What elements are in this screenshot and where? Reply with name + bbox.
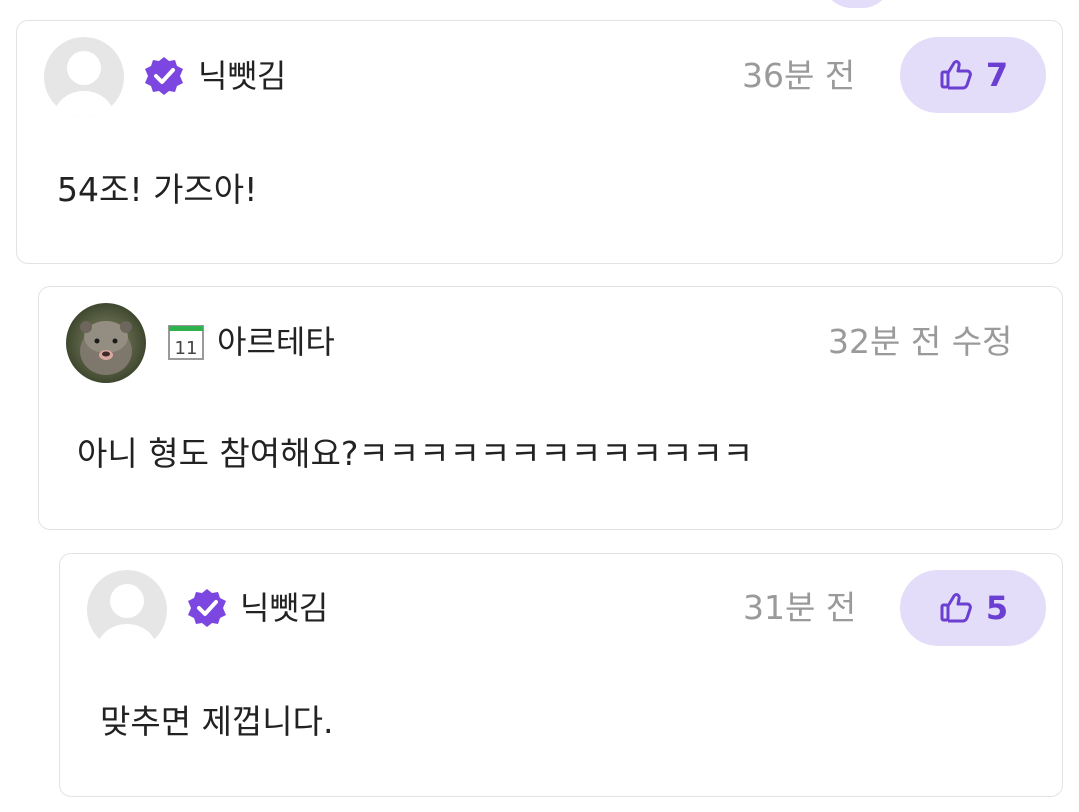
like-count: 7 xyxy=(985,56,1009,94)
comment-body: 맞추면 제껍니다. xyxy=(100,702,334,741)
comment-timestamp: 36분 전 xyxy=(742,56,856,95)
default-avatar-icon xyxy=(87,570,167,650)
comment-timestamp: 32분 전 수정 xyxy=(828,322,1013,361)
like-button[interactable]: 7 xyxy=(900,37,1046,113)
avatar[interactable] xyxy=(44,37,124,117)
calendar-icon: 11 xyxy=(165,321,207,363)
avatar[interactable] xyxy=(66,303,146,383)
comment-author[interactable]: 닉뺏김 xyxy=(240,587,328,629)
avatar[interactable] xyxy=(87,570,167,650)
comment-author[interactable]: 아르테타 xyxy=(217,321,335,363)
verified-badge-icon xyxy=(143,55,185,97)
calendar-day: 11 xyxy=(175,338,198,359)
previous-like-button-edge[interactable] xyxy=(822,0,892,8)
thumbs-up-icon xyxy=(940,593,972,623)
comment-timestamp: 31분 전 xyxy=(743,588,857,627)
comment-card-reply: 닉뺏김 31분 전 5 맞추면 제껍니다. xyxy=(59,553,1063,797)
thumbs-up-icon xyxy=(940,60,972,90)
comment-body: 54조! 가즈아! xyxy=(57,170,258,209)
like-count: 5 xyxy=(985,589,1009,627)
default-avatar-icon xyxy=(44,37,124,117)
wombat-avatar-icon xyxy=(66,303,146,383)
like-button[interactable]: 5 xyxy=(900,570,1046,646)
comment-card: 닉뺏김 36분 전 7 54조! 가즈아! xyxy=(16,20,1063,264)
comment-author[interactable]: 닉뺏김 xyxy=(198,55,286,97)
comment-body: 아니 형도 참여해요?ㅋㅋㅋㅋㅋㅋㅋㅋㅋㅋㅋㅋㅋ xyxy=(77,434,754,473)
verified-badge-icon xyxy=(186,587,228,629)
comment-card-reply: 11 아르테타 32분 전 수정 아니 형도 참여해요?ㅋㅋㅋㅋㅋㅋㅋㅋㅋㅋㅋㅋ… xyxy=(38,286,1063,530)
